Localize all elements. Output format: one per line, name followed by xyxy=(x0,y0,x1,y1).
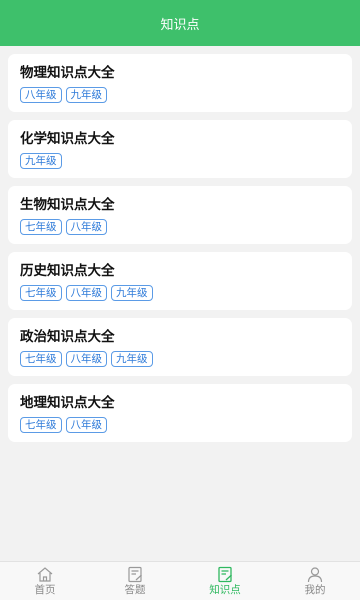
grade-tag[interactable]: 八年级 xyxy=(65,417,107,433)
tab-label: 答题 xyxy=(124,584,146,596)
grade-tag[interactable]: 七年级 xyxy=(20,285,62,301)
subject-card-geography[interactable]: 地理知识点大全 七年级 八年级 xyxy=(8,384,352,442)
grade-tags: 七年级 八年级 九年级 xyxy=(20,351,340,367)
page-title: 知识点 xyxy=(160,17,200,33)
quiz-icon xyxy=(128,566,142,583)
tab-profile[interactable]: 我的 xyxy=(270,562,360,600)
subject-card-chemistry[interactable]: 化学知识点大全 九年级 xyxy=(8,120,352,178)
tab-home[interactable]: 首页 xyxy=(0,562,90,600)
grade-tags: 七年级 八年级 xyxy=(20,219,340,235)
tab-knowledge[interactable]: 知识点 xyxy=(180,562,270,600)
grade-tag[interactable]: 八年级 xyxy=(20,87,62,103)
subject-title: 地理知识点大全 xyxy=(20,395,115,411)
subject-list: 物理知识点大全 八年级 九年级 化学知识点大全 九年级 生物知识点大全 七年级 … xyxy=(8,54,352,450)
grade-tag[interactable]: 七年级 xyxy=(20,219,62,235)
grade-tag[interactable]: 九年级 xyxy=(111,351,153,367)
subject-card-biology[interactable]: 生物知识点大全 七年级 八年级 xyxy=(8,186,352,244)
grade-tags: 七年级 八年级 九年级 xyxy=(20,285,340,301)
subject-card-physics[interactable]: 物理知识点大全 八年级 九年级 xyxy=(8,54,352,112)
profile-icon xyxy=(307,567,323,583)
grade-tag[interactable]: 九年级 xyxy=(65,87,107,103)
grade-tag[interactable]: 八年级 xyxy=(65,219,107,235)
bottom-tab-bar: 首页 答题 知识点 我的 xyxy=(0,561,360,600)
subject-title: 化学知识点大全 xyxy=(20,131,115,147)
top-bar: 知识点 xyxy=(0,0,360,46)
subject-title: 物理知识点大全 xyxy=(20,65,115,81)
grade-tags: 八年级 九年级 xyxy=(20,87,340,103)
home-icon xyxy=(37,567,53,582)
tab-label: 我的 xyxy=(304,584,326,596)
tab-quiz[interactable]: 答题 xyxy=(90,562,180,600)
tab-label: 首页 xyxy=(34,584,56,596)
subject-card-politics[interactable]: 政治知识点大全 七年级 八年级 九年级 xyxy=(8,318,352,376)
tab-label: 知识点 xyxy=(209,584,241,596)
grade-tag[interactable]: 八年级 xyxy=(65,351,107,367)
subject-title: 历史知识点大全 xyxy=(20,263,115,279)
grade-tags: 七年级 八年级 xyxy=(20,417,340,433)
subject-title: 生物知识点大全 xyxy=(20,197,115,213)
grade-tags: 九年级 xyxy=(20,153,340,169)
knowledge-icon xyxy=(218,566,232,583)
grade-tag[interactable]: 八年级 xyxy=(65,285,107,301)
grade-tag[interactable]: 七年级 xyxy=(20,417,62,433)
grade-tag[interactable]: 七年级 xyxy=(20,351,62,367)
subject-card-history[interactable]: 历史知识点大全 七年级 八年级 九年级 xyxy=(8,252,352,310)
grade-tag[interactable]: 九年级 xyxy=(111,285,153,301)
subject-title: 政治知识点大全 xyxy=(20,329,115,345)
grade-tag[interactable]: 九年级 xyxy=(20,153,62,169)
